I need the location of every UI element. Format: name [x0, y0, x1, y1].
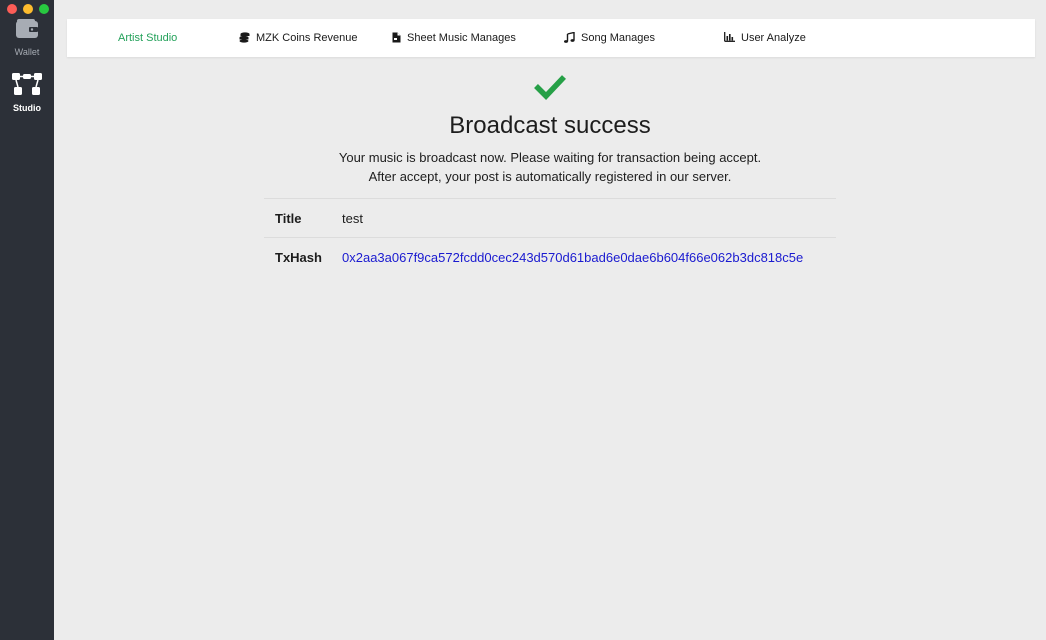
file-icon — [392, 32, 401, 43]
bar-chart-icon — [724, 32, 735, 43]
sidebar: Wallet Studio — [0, 0, 54, 640]
page-title: Broadcast success — [449, 112, 651, 139]
title-value: test — [342, 211, 363, 226]
sidebar-item-label: Wallet — [14, 47, 40, 57]
sidebar-item-label: Studio — [13, 103, 41, 113]
tab-artist-studio[interactable]: Artist Studio — [118, 19, 177, 57]
sidebar-item-wallet[interactable]: Wallet — [0, 18, 54, 57]
studio-icon — [12, 73, 42, 95]
txhash-label: TxHash — [275, 250, 322, 265]
tab-label: MZK Coins Revenue — [256, 32, 358, 44]
checkmark-icon — [534, 75, 566, 100]
music-note-icon — [564, 31, 575, 43]
tab-song-manages[interactable]: Song Manages — [564, 19, 655, 57]
tab-sheet-music-manages[interactable]: Sheet Music Manages — [392, 19, 516, 57]
table-row: Title test — [264, 198, 836, 237]
app-window: Wallet Studio Artist Studio MZK Coins Re… — [0, 0, 1046, 640]
tab-label: Artist Studio — [118, 32, 178, 44]
zoom-window-button[interactable] — [39, 4, 49, 14]
wallet-icon — [16, 19, 38, 38]
status-message: Your music is broadcast now. Please wait… — [338, 150, 762, 165]
tab-user-analyze[interactable]: User Analyze — [724, 19, 806, 57]
tab-label: Sheet Music Manages — [407, 32, 516, 44]
minimize-window-button[interactable] — [23, 4, 33, 14]
table-row: TxHash 0x2aa3a067f9ca572fcdd0cec243d570d… — [264, 237, 836, 276]
details-table: Title test TxHash 0x2aa3a067f9ca572fcdd0… — [264, 198, 836, 276]
sidebar-item-studio[interactable]: Studio — [0, 72, 54, 113]
title-label: Title — [275, 211, 302, 226]
close-window-button[interactable] — [7, 4, 17, 14]
status-message-detail: After accept, your post is automatically… — [368, 169, 732, 184]
txhash-link[interactable]: 0x2aa3a067f9ca572fcdd0cec243d570d61bad6e… — [342, 250, 803, 265]
tab-mzk-coins-revenue[interactable]: MZK Coins Revenue — [239, 19, 358, 57]
coins-icon — [239, 31, 250, 43]
tab-label: User Analyze — [741, 32, 806, 44]
tab-label: Song Manages — [581, 32, 655, 44]
top-navigation: Artist Studio MZK Coins Revenue Sheet Mu… — [67, 19, 1035, 57]
